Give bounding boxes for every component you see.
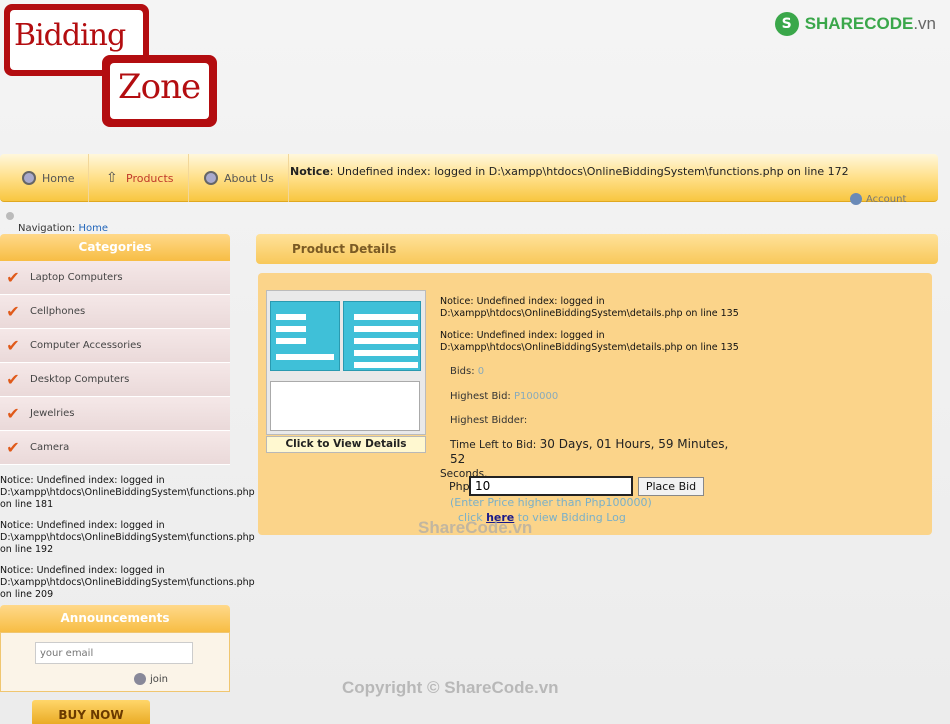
- bullet-icon: [6, 212, 14, 220]
- watermark-copyright: Copyright © ShareCode.vn: [342, 678, 559, 697]
- nav-about[interactable]: About Us: [190, 154, 289, 202]
- join-icon: [134, 673, 146, 685]
- time-left-label: Time Left to Bid:: [450, 439, 537, 451]
- category-camera[interactable]: ✔ Camera: [0, 431, 230, 465]
- nav-home[interactable]: Home: [8, 154, 90, 202]
- globe-icon: [204, 171, 218, 185]
- thumbnail-panel-right: [343, 301, 421, 371]
- logo-bottom-block: Zone: [102, 55, 217, 127]
- join-button[interactable]: join: [134, 673, 168, 685]
- side-php-notice: Notice: Undefined index: logged in D:\xa…: [0, 475, 255, 510]
- detail-php-notice: Notice: Undefined index: logged in D:\xa…: [440, 330, 739, 353]
- highest-bidder: Highest Bidder:: [450, 415, 528, 426]
- arrow-up-icon: ⇧: [106, 170, 118, 186]
- bid-hint: (Enter Price higher than Php100000): [450, 496, 652, 509]
- category-cellphones[interactable]: ✔ Cellphones: [0, 295, 230, 329]
- highest-bid-value: P100000: [514, 391, 559, 402]
- nav-php-notice: Notice: Undefined index: logged in D:\xa…: [290, 165, 849, 178]
- sharecode-icon: S: [774, 12, 799, 36]
- log-suffix: to view Bidding Log: [517, 511, 626, 524]
- check-icon: ✔: [6, 404, 20, 423]
- breadcrumb-home-link[interactable]: Home: [79, 223, 109, 234]
- check-icon: ✔: [6, 302, 20, 321]
- buy-now-button[interactable]: BUY NOW: [32, 700, 150, 724]
- watermark-domain: .vn: [913, 14, 936, 33]
- account-label: Account: [866, 193, 907, 205]
- site-logo[interactable]: Bidding Zone: [0, 0, 220, 130]
- email-field[interactable]: [35, 642, 193, 664]
- category-label: Camera: [30, 442, 70, 453]
- currency-label: Php: [449, 480, 470, 493]
- category-laptop-computers[interactable]: ✔ Laptop Computers: [0, 261, 230, 295]
- place-bid-button[interactable]: Place Bid: [638, 477, 704, 496]
- categories-title: Categories: [0, 234, 230, 261]
- breadcrumb-prefix: Navigation:: [18, 223, 76, 234]
- nav-home-label: Home: [42, 171, 75, 185]
- category-label: Cellphones: [30, 306, 86, 317]
- category-label: Laptop Computers: [30, 272, 123, 283]
- view-details-link[interactable]: Click to View Details: [266, 436, 426, 453]
- bids-label: Bids:: [450, 366, 475, 377]
- user-icon: [850, 193, 862, 205]
- category-label: Computer Accessories: [30, 340, 142, 351]
- thumbnail-table: [270, 381, 420, 431]
- bids-value: 0: [477, 366, 485, 377]
- side-php-notice: Notice: Undefined index: logged in D:\xa…: [0, 520, 255, 555]
- bids-count: Bids: 0: [450, 366, 484, 377]
- category-label: Desktop Computers: [30, 374, 130, 385]
- join-label: join: [150, 673, 169, 685]
- check-icon: ✔: [6, 438, 20, 457]
- highest-bid: Highest Bid: P100000: [450, 391, 558, 402]
- nav-products[interactable]: ⇧ Products: [92, 154, 189, 202]
- nav-about-label: About Us: [224, 171, 274, 185]
- side-php-notice: Notice: Undefined index: logged in D:\xa…: [0, 565, 255, 600]
- check-icon: ✔: [6, 336, 20, 355]
- category-label: Jewelries: [30, 408, 75, 419]
- notice-text: : Undefined index: logged in D:\xampp\ht…: [329, 165, 849, 178]
- watermark-center: ShareCode.vn: [418, 518, 533, 537]
- detail-php-notice: Notice: Undefined index: logged in D:\xa…: [440, 296, 739, 319]
- bid-amount-input[interactable]: [469, 476, 633, 496]
- nav-products-label: Products: [126, 171, 174, 185]
- product-thumbnail[interactable]: [266, 290, 426, 435]
- category-computer-accessories[interactable]: ✔ Computer Accessories: [0, 329, 230, 363]
- watermark-logo: S SHARECODE.vn: [774, 12, 936, 36]
- breadcrumb: Navigation: Home: [18, 223, 108, 234]
- category-jewelries[interactable]: ✔ Jewelries: [0, 397, 230, 431]
- check-icon: ✔: [6, 268, 20, 287]
- categories-list: ✔ Laptop Computers ✔ Cellphones ✔ Computer …: [0, 261, 230, 465]
- logo-text-zone: Zone: [110, 63, 209, 119]
- account-link[interactable]: Account: [850, 193, 906, 205]
- home-icon: [22, 171, 36, 185]
- highest-bid-label: Highest Bid:: [450, 391, 511, 402]
- check-icon: ✔: [6, 370, 20, 389]
- announcements-title: Announcements: [0, 605, 230, 632]
- time-left: Time Left to Bid: 30 Days, 01 Hours, 59 …: [440, 437, 740, 481]
- thumbnail-panel-left: [270, 301, 340, 371]
- product-details-title: Product Details: [256, 234, 938, 264]
- watermark-brand: SHARECODE: [804, 14, 914, 33]
- notice-prefix: Notice: [290, 165, 330, 178]
- category-desktop-computers[interactable]: ✔ Desktop Computers: [0, 363, 230, 397]
